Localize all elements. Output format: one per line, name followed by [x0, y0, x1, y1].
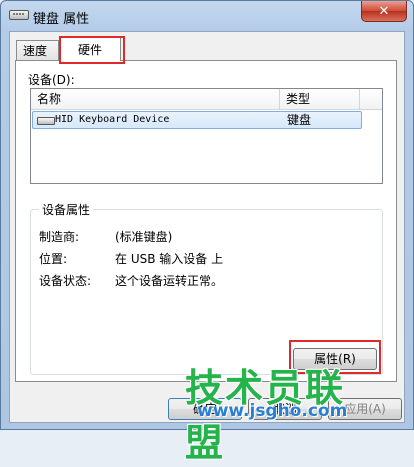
title-bar[interactable]: 键盘 属性 ✕ [1, 1, 413, 31]
location-value: 在 USB 输入设备 上 [115, 252, 224, 266]
device-type: 键盘 [287, 113, 312, 127]
close-icon: ✕ [378, 3, 390, 19]
properties-button[interactable]: 属性(R) [293, 348, 377, 370]
device-name: HID Keyboard Device [55, 114, 170, 125]
apply-button[interactable]: 应用(A) [328, 398, 402, 420]
hardware-tab-page: 设备(D): 名称 类型 HID Keyboard Device 键盘 设备属性… [15, 60, 397, 382]
manufacturer-label: 制造商: [39, 230, 80, 244]
column-header-name[interactable]: 名称 [31, 89, 280, 109]
devices-label: 设备(D): [28, 73, 75, 87]
ok-button[interactable]: 确定 [168, 398, 242, 420]
dialog-client: 速度 硬件 设备(D): 名称 类型 HID Keyboard Device 键… [9, 31, 405, 423]
status-value: 这个设备运转正常。 [115, 274, 224, 288]
keyboard-icon [9, 10, 29, 20]
device-list-header: 名称 类型 [31, 89, 382, 110]
group-title: 设备属性 [39, 201, 94, 218]
manufacturer-value: (标准键盘) [115, 230, 173, 244]
window-title: 键盘 属性 [33, 12, 90, 27]
cancel-button[interactable]: 取消 [248, 398, 322, 420]
tab-speed[interactable]: 速度 [16, 40, 59, 61]
column-header-type[interactable]: 类型 [280, 89, 360, 109]
device-row[interactable]: HID Keyboard Device 键盘 [32, 111, 362, 129]
close-button[interactable]: ✕ [361, 1, 407, 22]
location-label: 位置: [39, 252, 68, 266]
properties-dialog: 键盘 属性 ✕ 速度 硬件 设备(D): 名称 类型 HID Keyboard … [0, 0, 414, 465]
status-label: 设备状态: [39, 274, 92, 288]
keyboard-icon [37, 117, 55, 125]
device-list[interactable]: 名称 类型 HID Keyboard Device 键盘 [30, 88, 383, 184]
tab-hardware[interactable]: 硬件 [59, 37, 121, 61]
